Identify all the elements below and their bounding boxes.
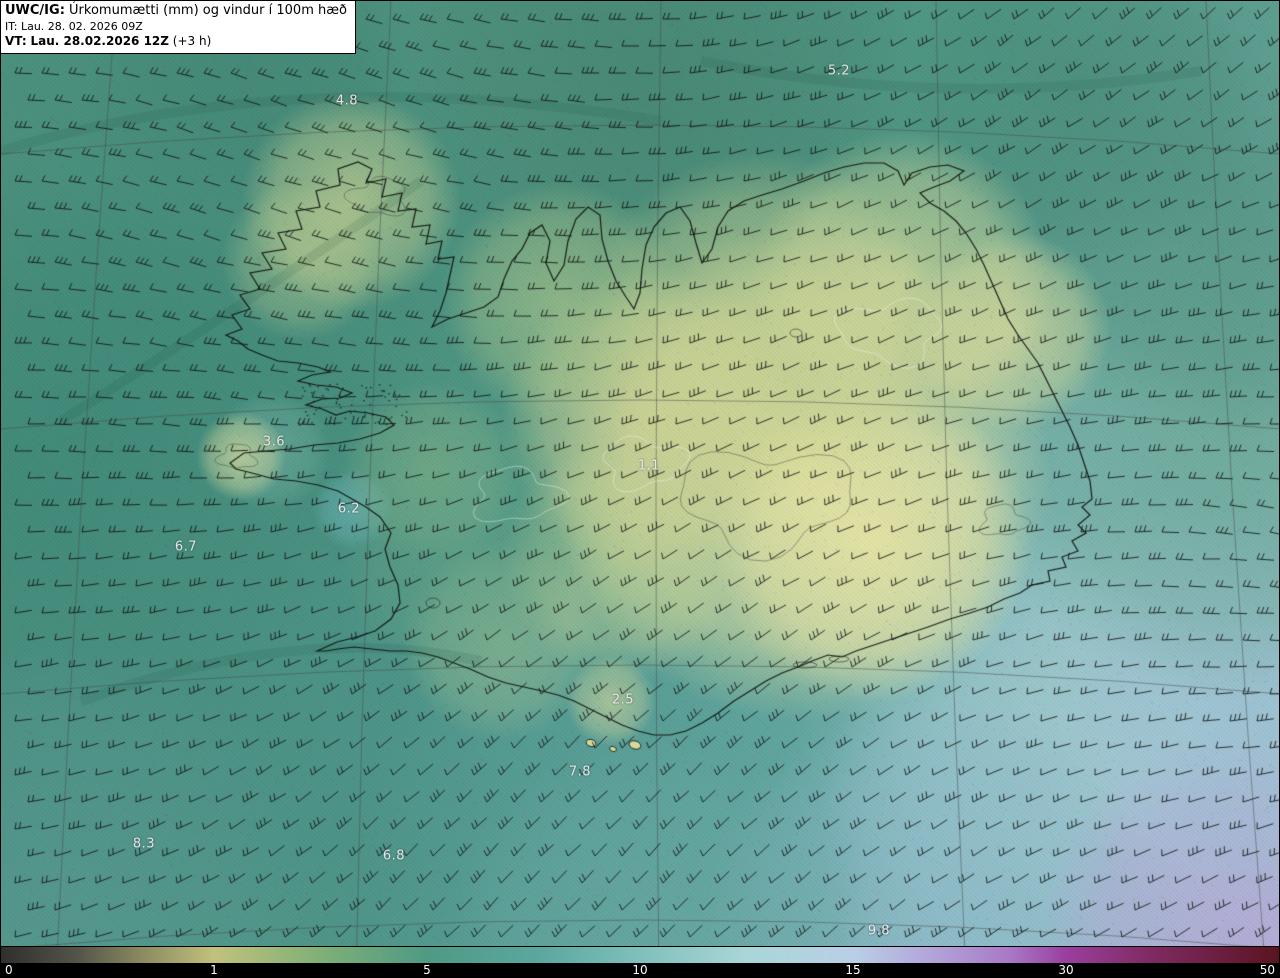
precipitation-wind-map-canvas	[1, 1, 1279, 977]
init-value: Lau. 28. 02. 2026 09Z	[20, 19, 143, 33]
map-title-line: UWC/IG: Úrkomumætti (mm) og vindur í 100…	[5, 3, 347, 20]
valid-value: Lau. 28.02.2026 12Z	[30, 34, 169, 49]
init-time-line: IT: Lau. 28. 02. 2026 09Z	[5, 20, 347, 34]
colorbar: 0 1 5 10 15 30 50	[1, 946, 1279, 977]
model-label: UWC/IG:	[5, 3, 65, 18]
colorbar-tick: 0	[5, 963, 13, 977]
valid-offset: (+3 h)	[172, 34, 212, 49]
colorbar-gradient	[1, 947, 1279, 963]
map-title: Úrkomumætti (mm) og vindur í 100m hæð	[69, 3, 347, 18]
valid-label: VT:	[5, 34, 27, 49]
colorbar-tick: 30	[1058, 963, 1074, 977]
colorbar-tick: 1	[210, 963, 218, 977]
init-label: IT:	[5, 19, 18, 33]
colorbar-tick: 15	[845, 963, 861, 977]
colorbar-ticks: 0 1 5 10 15 30 50	[1, 963, 1279, 977]
colorbar-tick: 10	[632, 963, 648, 977]
title-box: UWC/IG: Úrkomumætti (mm) og vindur í 100…	[1, 1, 356, 54]
colorbar-tick: 50	[1259, 963, 1275, 977]
colorbar-tick: 5	[423, 963, 431, 977]
weather-map: 4.8 5.2 3.6 6.2 1.1 6.7 2.5 7.8 8.3 6.8 9.8 UWC/IG…	[0, 0, 1280, 978]
valid-time-line: VT: Lau. 28.02.2026 12Z (+3 h)	[5, 34, 347, 50]
